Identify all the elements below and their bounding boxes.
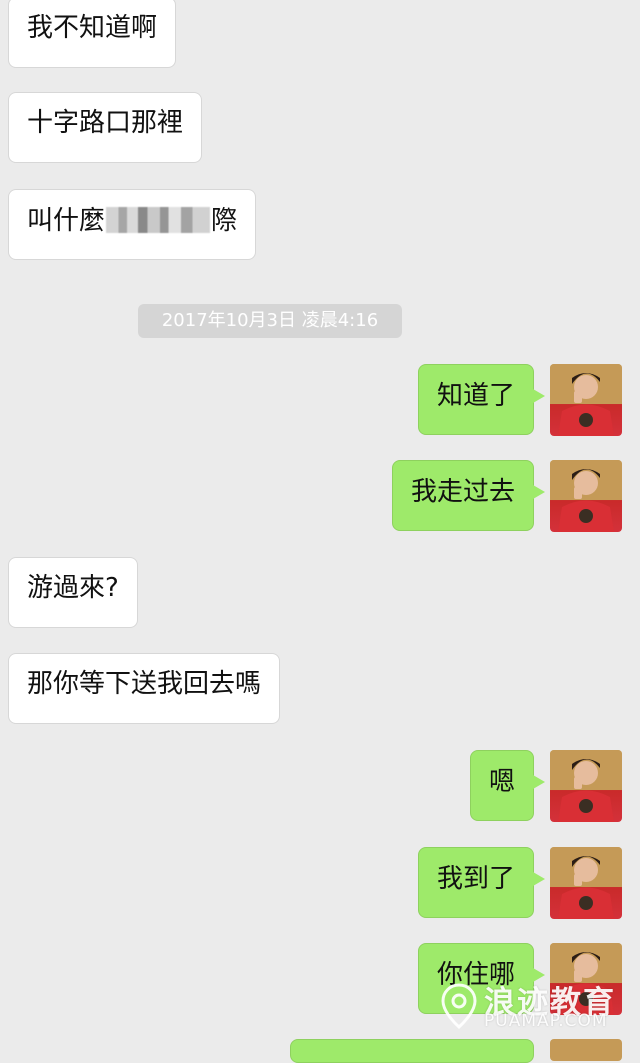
avatar-image-icon[interactable]: [550, 1039, 622, 1061]
message-text: 際: [211, 206, 238, 236]
avatar-illustration: [550, 460, 622, 532]
sent-message-partial[interactable]: [290, 1039, 534, 1063]
message-timestamp: 2017年10月3日 凌晨4:16: [138, 304, 402, 338]
avatar-image-icon[interactable]: [550, 750, 622, 822]
avatar-illustration: [550, 847, 622, 919]
watermark-domain: PUAMAP.COM: [484, 1011, 608, 1031]
sent-message[interactable]: 我到了: [417, 847, 546, 918]
location-pin-icon: [441, 983, 477, 1029]
avatar-image-icon[interactable]: [550, 847, 622, 919]
avatar-image-icon[interactable]: [550, 460, 622, 532]
sent-message[interactable]: 嗯: [469, 750, 546, 821]
sent-message[interactable]: 知道了: [417, 364, 546, 435]
avatar-image-icon[interactable]: [550, 364, 622, 436]
received-message[interactable]: 我不知道啊: [8, 0, 177, 68]
chat-thread: 我不知道啊 十字路口那裡 叫什麼際 2017年10月3日 凌晨4:16 知道了 …: [0, 0, 640, 1063]
message-text: 我不知道啊: [27, 13, 158, 43]
avatar-illustration: [550, 364, 622, 436]
message-text: 游過來?: [27, 573, 119, 603]
sent-message[interactable]: 我走过去: [391, 460, 546, 531]
message-text: 知道了: [436, 381, 515, 411]
message-text: 我走过去: [410, 477, 515, 507]
message-text: 十字路口那裡: [27, 108, 184, 138]
avatar-illustration: [550, 750, 622, 822]
received-message[interactable]: 十字路口那裡: [8, 92, 203, 163]
received-message[interactable]: 叫什麼 際: [8, 189, 257, 260]
message-text: 嗯: [488, 767, 515, 797]
censored-text-mosaic: [106, 207, 211, 233]
watermark: 浪迹教育 PUAMAP.COM: [440, 977, 632, 1035]
received-message[interactable]: 那你等下送我回去嗎: [8, 653, 281, 724]
message-text: 那你等下送我回去嗎: [27, 669, 262, 699]
received-message[interactable]: 游過來?: [8, 557, 138, 628]
message-text: 我到了: [436, 864, 515, 894]
message-text: 叫什麼: [27, 206, 106, 236]
